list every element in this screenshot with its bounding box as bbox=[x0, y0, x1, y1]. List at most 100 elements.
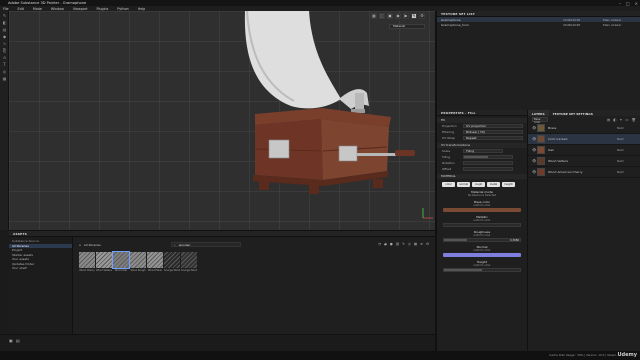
asset-thumbnail[interactable] bbox=[79, 252, 95, 268]
layer-thumbnail bbox=[537, 157, 545, 165]
text-icon[interactable]: T bbox=[2, 63, 7, 67]
asset-thumbnail[interactable] bbox=[164, 252, 180, 268]
view-list-icon[interactable]: ≡ bbox=[420, 242, 423, 246]
camera-icon[interactable]: ◎ bbox=[2, 70, 7, 74]
filtering-select[interactable]: Bilinear | HQ bbox=[463, 129, 523, 135]
layer-row[interactable]: 👁 Oak Norm bbox=[528, 145, 640, 156]
udemy-logo: Udemy bbox=[617, 352, 638, 358]
log-icon[interactable]: ▣ bbox=[9, 338, 13, 343]
texture-set-shader[interactable]: Main shader bbox=[603, 18, 621, 22]
search-input[interactable]: wooden bbox=[179, 243, 191, 247]
tiling-slider[interactable] bbox=[463, 155, 513, 159]
channel-rough-chip[interactable]: rough bbox=[472, 182, 485, 187]
layer-thumbnail bbox=[537, 135, 545, 143]
layer-blend[interactable]: Norm bbox=[606, 160, 624, 163]
param-slider[interactable] bbox=[443, 223, 521, 227]
eraser-icon[interactable]: ◧ bbox=[2, 21, 7, 25]
texture-set-row[interactable]: Gramophone_horn 2048x2048 Main shader bbox=[437, 22, 640, 27]
material-section-header[interactable]: MATERIAL bbox=[437, 174, 527, 179]
add-mask-icon[interactable]: ◧ bbox=[613, 118, 616, 122]
properties-panel: PROPERTIES - FILL Fill Projection UV pro… bbox=[437, 110, 528, 351]
settings-icon[interactable]: ⚙ bbox=[426, 242, 429, 246]
filter-icon[interactable]: ◔ bbox=[378, 242, 381, 246]
texture-set-shader[interactable]: Main shader bbox=[603, 23, 621, 27]
shelf-icon[interactable]: ▤ bbox=[16, 338, 20, 343]
texture-set-name: Gramophone bbox=[441, 17, 461, 22]
viewport-3d[interactable]: ▦ ◫ ▣ ◉ ▶ ✎ ⚙ Material bbox=[9, 11, 435, 230]
rotation-label: Rotation bbox=[442, 161, 455, 165]
minimize-icon[interactable]: – bbox=[619, 1, 621, 6]
menu-help[interactable]: Help bbox=[138, 7, 146, 11]
projection-icon[interactable]: ▤ bbox=[2, 28, 7, 32]
projection-label: Projection bbox=[442, 124, 457, 128]
layer-row[interactable]: 👁 Wood Veltera Norm bbox=[528, 156, 640, 167]
home-icon[interactable]: ⌂ bbox=[79, 243, 81, 247]
layer-row[interactable]: 👁 Wood American Cherry Norm bbox=[528, 167, 640, 178]
channel-chips: color normal rough metal height bbox=[437, 182, 527, 187]
channel-metal-chip[interactable]: metal bbox=[487, 182, 500, 187]
menu-viewport[interactable]: Viewport bbox=[73, 7, 88, 11]
texture-filter-icon[interactable]: ▧ bbox=[396, 242, 399, 246]
menu-mode[interactable]: Mode bbox=[33, 7, 42, 11]
folder-icon[interactable]: ▭ bbox=[625, 118, 628, 122]
clone-icon[interactable]: ⎘ bbox=[2, 49, 7, 53]
bake-icon[interactable]: ▦ bbox=[2, 77, 7, 81]
asset-thumbnail[interactable] bbox=[130, 252, 146, 268]
blend-mode-select[interactable]: Base color bbox=[532, 117, 548, 124]
uv-wrap-select[interactable]: Repeat bbox=[463, 135, 523, 141]
assets-search[interactable]: ⌕ wooden bbox=[171, 242, 241, 247]
tab-layers[interactable]: LAYERS bbox=[528, 110, 549, 116]
assets-sidebar-item[interactable]: Your shelf bbox=[9, 266, 72, 271]
breadcrumb-label[interactable]: All libraries bbox=[84, 243, 101, 247]
layer-blend[interactable]: Norm bbox=[606, 127, 624, 130]
layer-row[interactable]: 👁 Cold cracked Norm bbox=[528, 134, 640, 145]
offset-label: Offset bbox=[442, 167, 452, 171]
param-header: Normal uniform color bbox=[443, 245, 521, 252]
material-param: Base color uniform color bbox=[437, 200, 527, 212]
asset-thumbnail[interactable] bbox=[112, 251, 130, 269]
param-color-swatch[interactable] bbox=[443, 253, 521, 257]
layer-blend[interactable]: Norm bbox=[606, 171, 624, 174]
add-effect-icon[interactable]: ✦ bbox=[619, 118, 622, 122]
delete-icon[interactable]: 🗑 bbox=[632, 118, 636, 122]
texture-set-row[interactable]: Gramophone 2048x2048 Main shader bbox=[437, 17, 640, 22]
asset-thumbnail[interactable] bbox=[181, 252, 197, 268]
layer-blend[interactable]: Norm bbox=[606, 149, 624, 152]
layer-blend[interactable]: Norm bbox=[606, 138, 624, 141]
offset-slider[interactable] bbox=[463, 167, 513, 171]
asset-thumbnail[interactable] bbox=[96, 252, 112, 268]
channel-height-chip[interactable]: height bbox=[502, 182, 515, 187]
environment-filter-icon[interactable]: ◎ bbox=[408, 242, 411, 246]
layer-name: Wood Veltera bbox=[548, 159, 568, 163]
add-layer-icon[interactable]: ▤ bbox=[607, 118, 610, 122]
param-slider[interactable]: 0.3086 bbox=[443, 238, 521, 242]
polygon-fill-icon[interactable]: ◆ bbox=[2, 35, 7, 39]
material-filter-icon[interactable]: ◕ bbox=[384, 242, 387, 246]
menu-window[interactable]: Window bbox=[51, 7, 64, 11]
layer-row[interactable]: 👁 Brass Norm bbox=[528, 123, 640, 134]
channel-normal-chip[interactable]: normal bbox=[457, 182, 470, 187]
param-color-swatch[interactable] bbox=[443, 208, 521, 212]
paint-brush-icon[interactable]: ✎ bbox=[2, 14, 7, 18]
asset-thumbnail[interactable] bbox=[147, 252, 163, 268]
projection-select[interactable]: UV projection bbox=[463, 123, 523, 129]
param-slider[interactable] bbox=[443, 268, 521, 272]
menu-edit[interactable]: Edit bbox=[18, 7, 24, 11]
view-grid-icon[interactable]: ▦ bbox=[414, 242, 417, 246]
menu-plugins[interactable]: Plugins bbox=[97, 7, 109, 11]
menu-python[interactable]: Python bbox=[117, 7, 128, 11]
layer-name: Wood American Cherry bbox=[548, 170, 583, 174]
menu-file[interactable]: File bbox=[3, 7, 9, 11]
channel-color-chip[interactable]: color bbox=[442, 182, 455, 187]
rotation-slider[interactable] bbox=[463, 161, 513, 165]
scale-select[interactable]: Tiling bbox=[463, 148, 503, 154]
picker-icon[interactable]: ⊙ bbox=[2, 56, 7, 60]
layers-toolbar: Base color ▤ ◧ ✦ ▭ 🗑 bbox=[528, 116, 640, 124]
smudge-icon[interactable]: ∿ bbox=[2, 42, 7, 46]
smart-material-filter-icon[interactable]: ● bbox=[390, 242, 393, 246]
maximize-icon[interactable]: □ bbox=[626, 1, 630, 6]
close-icon[interactable]: × bbox=[635, 1, 638, 6]
tab-texture-set-settings[interactable]: TEXTURE SET SETTINGS bbox=[549, 110, 597, 116]
brush-filter-icon[interactable]: ✎ bbox=[402, 242, 405, 246]
material-mode[interactable]: Material mode No Resource Selected bbox=[443, 190, 521, 197]
